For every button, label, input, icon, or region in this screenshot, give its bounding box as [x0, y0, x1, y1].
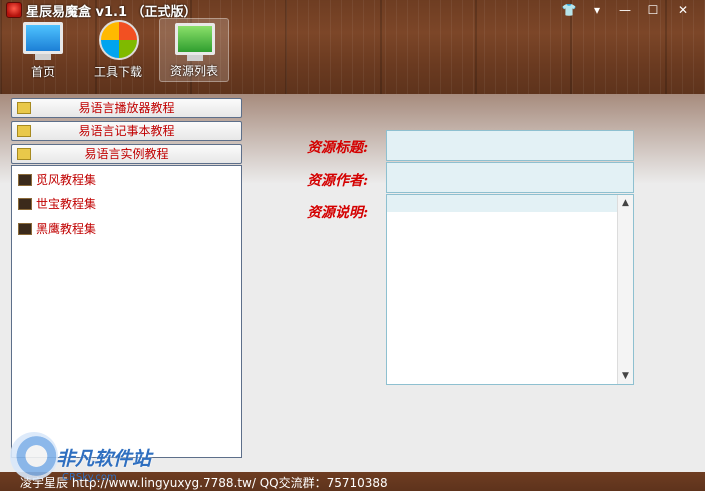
blackboard-icon	[18, 198, 32, 210]
menu-button[interactable]: ▾	[586, 2, 608, 18]
monitor-icon	[23, 22, 63, 54]
scroll-up-icon[interactable]: ▲	[618, 195, 633, 211]
watermark-subtext: CRSky.com	[62, 472, 117, 483]
blackboard-icon	[18, 174, 32, 186]
monitor-stand-icon	[35, 54, 51, 60]
resource-title-label: 资源标题:	[307, 140, 369, 156]
category-label: 易语言播放器教程	[78, 101, 175, 115]
tree-item-mifeng[interactable]: 觅风教程集	[18, 170, 96, 190]
resource-tree: 觅风教程集 世宝教程集 黑鹰教程集	[11, 165, 242, 458]
category-label: 易语言实例教程	[84, 147, 169, 161]
minimize-button[interactable]: —	[614, 2, 636, 18]
blackboard-icon	[18, 223, 32, 235]
resource-list-button[interactable]: 资源列表	[159, 18, 229, 82]
category-notepad-tutorial[interactable]: 易语言记事本教程	[11, 121, 242, 141]
category-player-tutorial[interactable]: 易语言播放器教程	[11, 98, 242, 118]
skin-button[interactable]: 👕	[558, 2, 580, 18]
resource-author-label: 资源作者:	[307, 173, 369, 189]
home-label: 首页	[30, 65, 55, 79]
tools-download-button[interactable]: 工具下载	[83, 18, 153, 82]
tools-download-label: 工具下载	[93, 65, 142, 79]
category-label: 易语言记事本教程	[78, 124, 175, 138]
folder-icon	[17, 125, 31, 137]
desc-text	[387, 195, 619, 212]
windows-logo-icon	[99, 20, 139, 60]
resource-desc-field[interactable]: ▲ ▼	[386, 194, 634, 385]
resource-desc-label: 资源说明:	[307, 205, 369, 221]
desc-scrollbar[interactable]: ▲ ▼	[617, 195, 633, 384]
resource-author-field[interactable]	[386, 162, 634, 193]
watermark: 非凡软件站 CRSky.com	[10, 430, 170, 488]
resource-list-label: 资源列表	[169, 64, 218, 78]
close-button[interactable]: ✕	[672, 2, 694, 18]
tree-item-heiying[interactable]: 黑鹰教程集	[18, 219, 96, 239]
monitor-stand-icon	[187, 55, 203, 61]
home-button[interactable]: 首页	[8, 18, 78, 82]
title-bar: 星辰易魔盒 v1.1 （正式版） 👕 ▾ — ☐ ✕	[0, 0, 705, 20]
category-example-tutorial[interactable]: 易语言实例教程	[11, 144, 242, 164]
resource-title-field[interactable]	[386, 130, 634, 161]
watermark-logo-icon	[10, 432, 58, 480]
tree-item-shibao[interactable]: 世宝教程集	[18, 194, 96, 214]
add-monitor-icon	[175, 23, 215, 55]
folder-icon	[17, 148, 31, 160]
tree-item-label: 觅风教程集	[36, 173, 97, 187]
maximize-button[interactable]: ☐	[642, 2, 664, 18]
tree-item-label: 黑鹰教程集	[36, 222, 97, 236]
watermark-text: 非凡软件站	[56, 448, 152, 470]
tree-item-label: 世宝教程集	[36, 197, 97, 211]
scroll-down-icon[interactable]: ▼	[618, 368, 633, 384]
app-icon	[6, 2, 22, 18]
folder-icon	[17, 102, 31, 114]
